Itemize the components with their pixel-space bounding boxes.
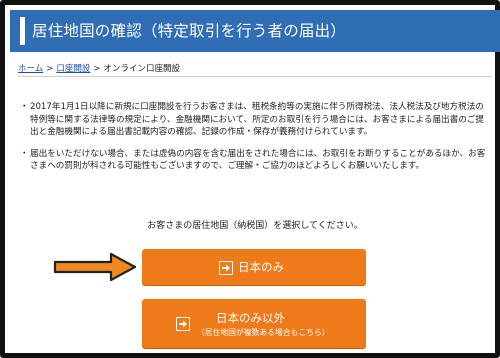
selection-prompt: お客さまの居住地国（納税国）を選択してください。 (147, 221, 363, 231)
other-than-japan-label: 日本のみ以外 (216, 311, 285, 325)
japan-only-label: 日本のみ (238, 260, 284, 274)
notice-text: 届出をいただけない場合、または虚偽の内容を含む届出をされた場合には、お取引をお断… (30, 148, 486, 172)
page-header: 居住地国の確認（特定取引を行う者の届出） (10, 10, 500, 52)
other-than-japan-sublabel: （居住地国が複数ある場合もこちら） (197, 328, 330, 337)
breadcrumb-separator: > (46, 64, 54, 74)
arrow-right-icon (219, 261, 233, 275)
breadcrumb-separator: > (93, 64, 101, 74)
notice-text: 2017年1月1日以降に新規に口座開設を行うお客さまは、租税条約等の実施に伴う所… (30, 102, 485, 138)
breadcrumb-home-link[interactable]: ホーム (18, 64, 43, 74)
notice-item: ・ 届出をいただけない場合、または虚偽の内容を含む届出をされた場合には、お取引を… (18, 148, 492, 173)
notice-item: ・ 2017年1月1日以降に新規に口座開設を行うお客さまは、租税条約等の実施に伴… (18, 101, 492, 139)
divider (18, 76, 492, 77)
breadcrumb-current: オンライン口座開設 (103, 64, 181, 74)
header-accent-bar (20, 17, 25, 45)
orange-arrow-icon (53, 252, 137, 282)
arrow-right-icon (176, 317, 190, 331)
page-title: 居住地国の確認（特定取引を行う者の届出） (32, 22, 347, 40)
breadcrumb-account-link[interactable]: 口座開設 (56, 64, 90, 74)
breadcrumb: ホーム > 口座開設 > オンライン口座開設 (18, 62, 180, 74)
japan-only-button[interactable]: 日本のみ (142, 249, 366, 285)
notice-list: ・ 2017年1月1日以降に新規に口座開設を行うお客さまは、租税条約等の実施に伴… (18, 101, 492, 182)
other-than-japan-button[interactable]: 日本のみ以外 （居住地国が複数ある場合もこちら） (142, 299, 366, 348)
bullet: ・ (20, 148, 29, 159)
window-frame: 居住地国の確認（特定取引を行う者の届出） ホーム > 口座開設 > オンライン口座開設 … (0, 0, 500, 358)
bullet: ・ (20, 102, 29, 112)
